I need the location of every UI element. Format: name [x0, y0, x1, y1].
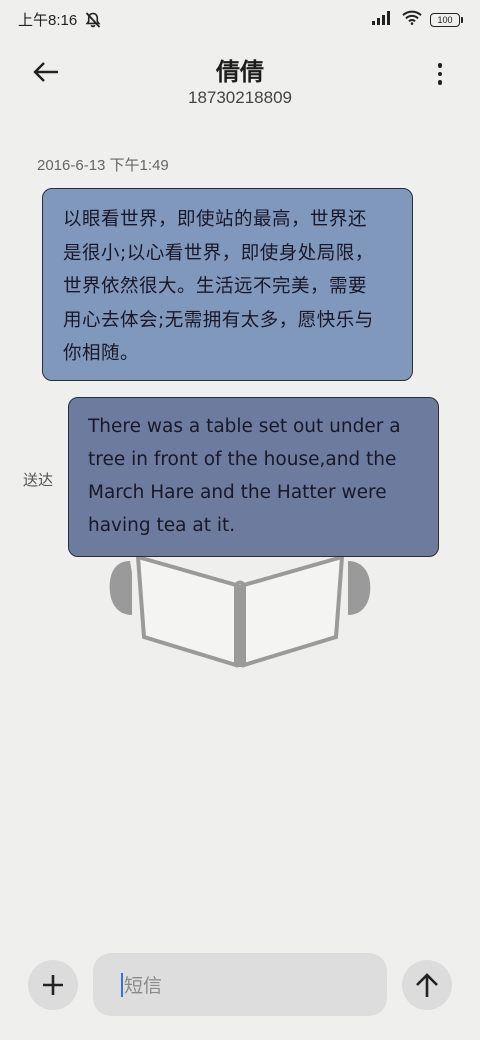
- text-caret: [121, 972, 123, 997]
- message-input-placeholder: 短信: [124, 975, 163, 997]
- wallpaper-book-illustration: [109, 555, 371, 668]
- more-options-button[interactable]: [430, 56, 450, 92]
- message-line: having tea at it.: [88, 515, 236, 536]
- status-indicators: 100: [372, 10, 463, 29]
- message-line: 你相随。: [63, 343, 140, 364]
- send-button[interactable]: [402, 960, 452, 1010]
- battery-icon: 100: [430, 12, 463, 27]
- message-line: tree in front of the house,and the: [88, 449, 397, 470]
- wifi-icon: [402, 10, 422, 29]
- message-line: 以眼看世界，即使站的最高，世界还: [63, 209, 368, 230]
- status-time: 上午8:16: [18, 12, 78, 29]
- add-attachment-button[interactable]: [28, 960, 78, 1010]
- message-input[interactable]: 短信: [93, 953, 387, 1016]
- message-line: 世界依然很大。生活远不完美，需要: [63, 276, 368, 297]
- contact-name: 倩倩: [216, 58, 264, 86]
- add-icon: [43, 975, 63, 995]
- message-line: There was a table set out under a: [88, 416, 401, 437]
- send-arrow-icon: [416, 973, 438, 997]
- delivery-status: 送达: [23, 471, 54, 489]
- message-line: 是很小;以心看世界，即使身处局限，: [63, 242, 374, 264]
- signal-icon: [372, 10, 394, 29]
- message-line: 用心去体会;无需拥有太多，愿快乐与: [63, 309, 374, 331]
- message-timestamp: 2016-6-13 下午1:49: [37, 157, 169, 174]
- message-bubble-sent[interactable]: There was a table set out under a tree i…: [68, 397, 439, 557]
- message-line: March Hare and the Hatter were: [88, 482, 387, 503]
- status-bar: 上午8:16 100: [0, 0, 480, 40]
- message-bubble-received[interactable]: 以眼看世界，即使站的最高，世界还 是很小;以心看世界，即使身处局限， 世界依然很…: [42, 188, 413, 381]
- message-composer: 短信: [0, 950, 480, 1020]
- contact-number: 18730218809: [187, 88, 292, 107]
- silent-bell-icon: [84, 11, 102, 33]
- conversation-header: 倩倩 18730218809: [0, 44, 480, 114]
- more-vert-icon: [437, 63, 443, 68]
